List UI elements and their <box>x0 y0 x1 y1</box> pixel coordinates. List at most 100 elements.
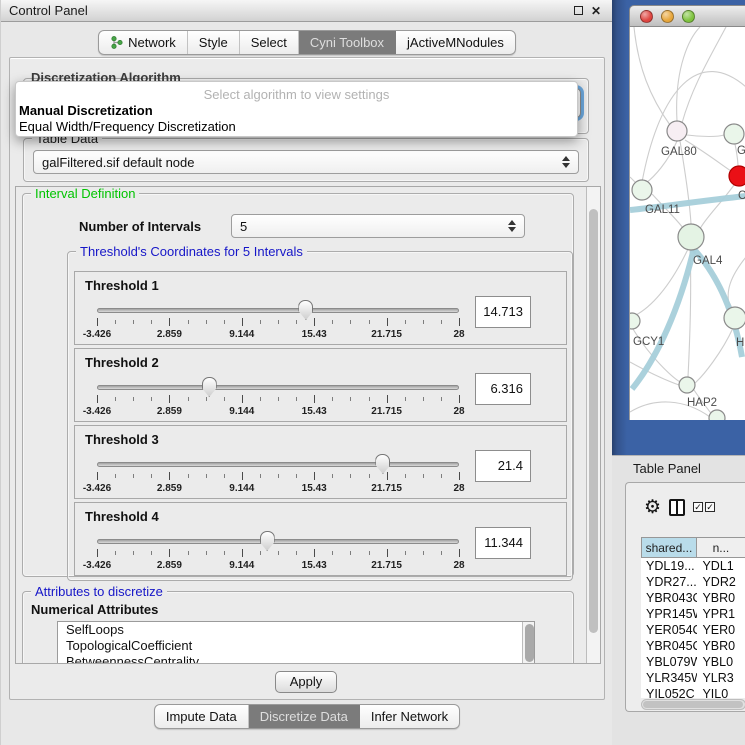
node-label-gcy1: GCY1 <box>633 336 664 348</box>
tab-infer-network[interactable]: Infer Network <box>360 705 459 728</box>
tick-mark <box>405 551 406 555</box>
scrollbar-thumb[interactable] <box>525 624 534 662</box>
tick-mark <box>369 551 370 555</box>
float-window-icon[interactable] <box>569 4 587 18</box>
split-view-icon[interactable] <box>669 499 685 516</box>
threshold-slider[interactable]: -3.4262.8599.14415.4321.71528 <box>97 456 459 498</box>
numerical-attributes-list[interactable]: SelfLoopsTopologicalCoefficientBetweenne… <box>57 621 535 664</box>
table-cell: YIL052C <box>641 686 697 698</box>
tick-mark <box>133 551 134 555</box>
table-header-shared[interactable]: shared... <box>641 537 697 558</box>
tick-mark <box>459 472 460 480</box>
tab-label: Cyni Toolbox <box>310 35 384 50</box>
algorithm-option-equal-width-frequency-discretization[interactable]: Equal Width/Frequency Discretization <box>19 119 575 135</box>
table-cell: YBR045C <box>641 638 697 654</box>
tab-style[interactable]: Style <box>188 31 240 54</box>
tick-label: 21.715 <box>371 483 402 494</box>
table-header-n[interactable]: n... <box>697 537 745 558</box>
tick-label: -3.426 <box>83 560 111 571</box>
table-row[interactable]: YER054CYER0 <box>641 622 745 638</box>
interval-definition-title: Interval Definition <box>31 186 139 201</box>
table-row[interactable]: YBR045CYBR0 <box>641 638 745 654</box>
network-node-gal80[interactable] <box>667 121 687 141</box>
threshold-value-field[interactable]: 11.344 <box>475 527 531 559</box>
algorithm-option-manual-discretization[interactable]: Manual Discretization <box>19 103 575 119</box>
attribute-item-betweennesscentrality[interactable]: BetweennessCentrality <box>58 654 534 664</box>
slider-track <box>97 462 459 467</box>
table-row[interactable]: YDR27...YDR2 <box>641 574 745 590</box>
gear-icon[interactable]: ⚙ <box>644 498 661 517</box>
table-cell: YBL0 <box>697 654 745 670</box>
threshold-value-field[interactable]: 14.713 <box>475 296 531 328</box>
network-node[interactable] <box>709 410 725 420</box>
scrollbar-thumb[interactable] <box>643 701 743 708</box>
zoom-traffic-light[interactable] <box>682 10 695 23</box>
apply-button[interactable]: Apply <box>275 671 337 693</box>
network-node-g[interactable] <box>724 124 744 144</box>
network-view-canvas[interactable]: GAL80GCGAL11GAL4GCY1HHAP2 <box>629 27 745 420</box>
table-row[interactable]: YLR345WYLR3 <box>641 670 745 686</box>
threshold-value-field[interactable]: 21.4 <box>475 450 531 482</box>
attributes-list-scrollbar[interactable] <box>522 622 534 664</box>
settings-scrollpane: Interval Definition Number of Intervals … <box>15 186 601 664</box>
table-row[interactable]: YIL052CYIL0 <box>641 686 745 698</box>
number-of-intervals-combobox[interactable]: 5 <box>231 214 525 238</box>
tab-discretize-data[interactable]: Discretize Data <box>249 705 360 728</box>
table-horizontal-scrollbar[interactable] <box>641 699 745 710</box>
checkbox-checked-icon[interactable]: ✓ <box>693 502 703 512</box>
network-window-titlebar <box>629 5 745 27</box>
tick-mark <box>188 397 189 401</box>
tab-select[interactable]: Select <box>240 31 299 54</box>
table-cell: YER054C <box>641 622 697 638</box>
scrollbar-thumb[interactable] <box>589 209 598 633</box>
table-row[interactable]: YBL079WYBL0 <box>641 654 745 670</box>
threshold-slider[interactable]: -3.4262.8599.14415.4321.71528 <box>97 379 459 421</box>
checkbox-checked-icon[interactable]: ✓ <box>705 502 715 512</box>
slider-thumb[interactable] <box>260 531 275 551</box>
tab-cyni-toolbox[interactable]: Cyni Toolbox <box>299 31 396 54</box>
tick-mark <box>97 395 98 403</box>
settings-scrollbar[interactable] <box>586 187 600 663</box>
threshold-label: Threshold 4 <box>85 509 159 524</box>
table-data-combobox[interactable]: galFiltered.sif default node <box>33 150 579 174</box>
network-node-h[interactable] <box>724 307 745 329</box>
tab-network[interactable]: Network <box>99 31 188 54</box>
slider-thumb[interactable] <box>202 377 217 397</box>
slider-thumb[interactable] <box>298 300 313 320</box>
tick-mark <box>459 549 460 557</box>
tab-label: Impute Data <box>166 709 237 724</box>
network-node-hap2[interactable] <box>679 377 695 393</box>
minimize-traffic-light[interactable] <box>661 10 674 23</box>
tick-mark <box>278 474 279 478</box>
network-node-gal11[interactable] <box>632 180 652 200</box>
tab-jactivemnodules[interactable]: jActiveMNodules <box>396 31 515 54</box>
attribute-item-selfloops[interactable]: SelfLoops <box>58 622 534 638</box>
tick-mark <box>459 318 460 326</box>
threshold-value-field[interactable]: 6.316 <box>475 373 531 405</box>
tick-mark <box>133 474 134 478</box>
tick-mark <box>350 551 351 555</box>
threshold-panel: Threshold 2-3.4262.8599.14415.4321.71528… <box>74 348 567 422</box>
table-row[interactable]: YBR043CYBR0 <box>641 590 745 606</box>
close-traffic-light[interactable] <box>640 10 653 23</box>
node-label-h: H <box>736 337 744 349</box>
tick-mark <box>423 551 424 555</box>
threshold-slider[interactable]: -3.4262.8599.14415.4321.71528 <box>97 302 459 344</box>
slider-thumb[interactable] <box>375 454 390 474</box>
algorithm-hint-text: Select algorithm to view settings <box>16 87 577 102</box>
network-node-c[interactable] <box>729 166 745 186</box>
network-node-gcy1[interactable] <box>630 313 640 329</box>
threshold-slider[interactable]: -3.4262.8599.14415.4321.71528 <box>97 533 459 575</box>
tab-impute-data[interactable]: Impute Data <box>155 705 249 728</box>
slider-ticks: -3.4262.8599.14415.4321.71528 <box>97 318 459 344</box>
interval-definition-group: Interval Definition Number of Intervals … <box>22 193 574 577</box>
table-panel-toolbar: ⚙ ✓ ✓ <box>626 483 745 531</box>
table-row[interactable]: YPR145WYPR1 <box>641 606 745 622</box>
network-node-gal4[interactable] <box>678 224 704 250</box>
table-row[interactable]: YDL19...YDL1 <box>641 558 745 574</box>
tick-mark <box>224 397 225 401</box>
attribute-item-topologicalcoefficient[interactable]: TopologicalCoefficient <box>58 638 534 654</box>
tick-mark <box>169 395 170 403</box>
number-of-intervals-value: 5 <box>240 219 247 234</box>
close-icon[interactable]: ✕ <box>587 4 605 18</box>
